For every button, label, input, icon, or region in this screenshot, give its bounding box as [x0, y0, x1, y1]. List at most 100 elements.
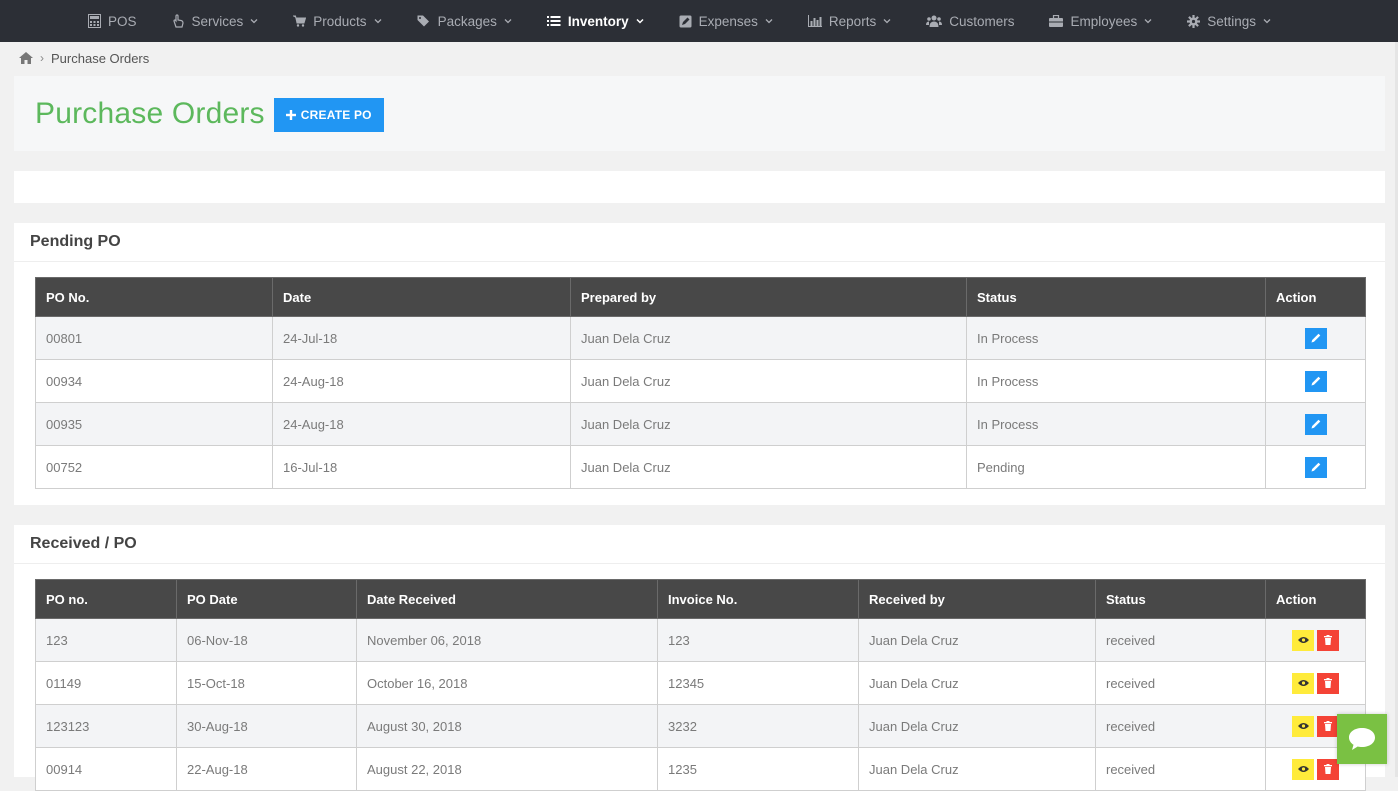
- nav-employees[interactable]: Employees: [1049, 14, 1152, 29]
- home-icon[interactable]: [19, 52, 33, 64]
- column-header: Status: [966, 277, 1266, 317]
- nav-expenses[interactable]: Expenses: [679, 14, 773, 29]
- date-cell: 24-Aug-18: [272, 402, 571, 446]
- eye-icon: [1297, 766, 1309, 772]
- hand-icon: [172, 14, 184, 28]
- prepared-by-cell: Juan Dela Cruz: [570, 402, 967, 446]
- po-number-cell: 00914: [35, 747, 177, 791]
- nav-services[interactable]: Services: [172, 14, 259, 29]
- view-button[interactable]: [1292, 629, 1314, 651]
- edit-button[interactable]: [1304, 413, 1327, 435]
- action-cell: [1265, 402, 1366, 446]
- chat-bubble-icon: [1349, 728, 1375, 750]
- invoice-cell: 123: [657, 618, 859, 662]
- column-header: Date Received: [356, 579, 658, 619]
- eye-icon: [1297, 723, 1309, 729]
- table-row: 01149 15-Oct-18 October 16, 2018 12345 J…: [35, 661, 1366, 705]
- nav-inventory[interactable]: Inventory: [546, 13, 644, 29]
- view-button[interactable]: [1292, 715, 1314, 737]
- pending-po-card: Pending PO PO No. Date Prepared by Statu…: [14, 223, 1385, 505]
- invoice-cell: 12345: [657, 661, 859, 705]
- po-number-cell: 123: [35, 618, 177, 662]
- nav-settings[interactable]: Settings: [1187, 14, 1271, 29]
- eye-icon: [1297, 637, 1309, 643]
- po-date-cell: 06-Nov-18: [176, 618, 357, 662]
- po-number-cell: 00801: [35, 316, 273, 360]
- nav-customers-label: Customers: [949, 13, 1015, 29]
- column-header: Action: [1265, 579, 1366, 619]
- edit-square-icon: [679, 15, 692, 27]
- edit-button[interactable]: [1304, 370, 1327, 392]
- create-po-button[interactable]: CREATE PO: [273, 97, 384, 132]
- column-header: Received by: [858, 579, 1096, 619]
- pencil-icon: [1311, 333, 1320, 343]
- trash-icon: [1324, 721, 1332, 731]
- trash-icon: [1324, 764, 1332, 774]
- status-cell: received: [1095, 704, 1266, 748]
- top-navbar: POS Services Products Packages Inventory…: [0, 0, 1398, 42]
- nav-products-label: Products: [313, 13, 367, 29]
- breadcrumb-separator: ›: [40, 51, 44, 65]
- gear-icon: [1187, 14, 1201, 28]
- table-row: 00752 16-Jul-18 Juan Dela Cruz Pending: [35, 445, 1366, 489]
- date-received-cell: August 22, 2018: [356, 747, 658, 791]
- invoice-cell: 3232: [657, 704, 859, 748]
- calculator-icon: [88, 14, 101, 28]
- received-by-cell: Juan Dela Cruz: [858, 618, 1096, 662]
- chat-button[interactable]: [1337, 714, 1387, 764]
- cart-icon: [293, 15, 307, 27]
- chevron-down-icon: [1263, 19, 1271, 24]
- table-header-row: PO No. Date Prepared by Status Action: [35, 277, 1366, 317]
- pending-po-table: PO No. Date Prepared by Status Action 00…: [35, 277, 1366, 489]
- table-row: 00934 24-Aug-18 Juan Dela Cruz In Proces…: [35, 359, 1366, 403]
- nav-products[interactable]: Products: [293, 13, 382, 29]
- chevron-down-icon: [636, 18, 644, 24]
- view-button[interactable]: [1292, 672, 1314, 694]
- delete-button[interactable]: [1317, 629, 1339, 651]
- po-number-cell: 00934: [35, 359, 273, 403]
- received-by-cell: Juan Dela Cruz: [858, 704, 1096, 748]
- nav-customers[interactable]: Customers: [926, 14, 1014, 29]
- chevron-down-icon: [883, 19, 891, 24]
- po-number-cell: 00752: [35, 445, 273, 489]
- page-title: Purchase Orders: [35, 96, 265, 130]
- breadcrumb-current: Purchase Orders: [51, 50, 150, 66]
- delete-button[interactable]: [1317, 672, 1339, 694]
- edit-button[interactable]: [1304, 327, 1327, 349]
- users-icon: [926, 15, 943, 27]
- prepared-by-cell: Juan Dela Cruz: [570, 445, 967, 489]
- column-header: Invoice No.: [657, 579, 859, 619]
- breadcrumb: › Purchase Orders: [0, 42, 1398, 74]
- column-header: Action: [1265, 277, 1366, 317]
- date-received-cell: November 06, 2018: [356, 618, 658, 662]
- nav-packages[interactable]: Packages: [417, 14, 512, 29]
- column-header: Date: [272, 277, 571, 317]
- column-header: PO Date: [176, 579, 357, 619]
- action-cell: [1265, 445, 1366, 489]
- briefcase-icon: [1049, 15, 1064, 27]
- nav-inventory-label: Inventory: [567, 13, 629, 29]
- received-po-table: PO no. PO Date Date Received Invoice No.…: [35, 579, 1366, 791]
- po-date-cell: 15-Oct-18: [176, 661, 357, 705]
- view-button[interactable]: [1292, 758, 1314, 780]
- column-header: Status: [1095, 579, 1266, 619]
- nav-reports-label: Reports: [828, 13, 877, 29]
- table-row: 00914 22-Aug-18 August 22, 2018 1235 Jua…: [35, 747, 1366, 791]
- trash-icon: [1324, 678, 1332, 688]
- list-icon: [546, 16, 561, 26]
- nav-reports[interactable]: Reports: [807, 13, 891, 29]
- pencil-icon: [1311, 462, 1320, 472]
- delete-button[interactable]: [1317, 758, 1339, 780]
- received-po-card: Received / PO PO no. PO Date Date Receiv…: [14, 525, 1385, 791]
- edit-button[interactable]: [1304, 456, 1327, 478]
- delete-button[interactable]: [1317, 715, 1339, 737]
- page-header: Purchase Orders CREATE PO: [14, 76, 1385, 151]
- trash-icon: [1324, 635, 1332, 645]
- received-by-cell: Juan Dela Cruz: [858, 661, 1096, 705]
- bar-chart-icon: [807, 15, 822, 27]
- action-cell: [1265, 661, 1366, 705]
- chevron-down-icon: [765, 19, 773, 24]
- status-cell: Pending: [966, 445, 1266, 489]
- status-cell: received: [1095, 661, 1266, 705]
- nav-pos[interactable]: POS: [88, 14, 137, 29]
